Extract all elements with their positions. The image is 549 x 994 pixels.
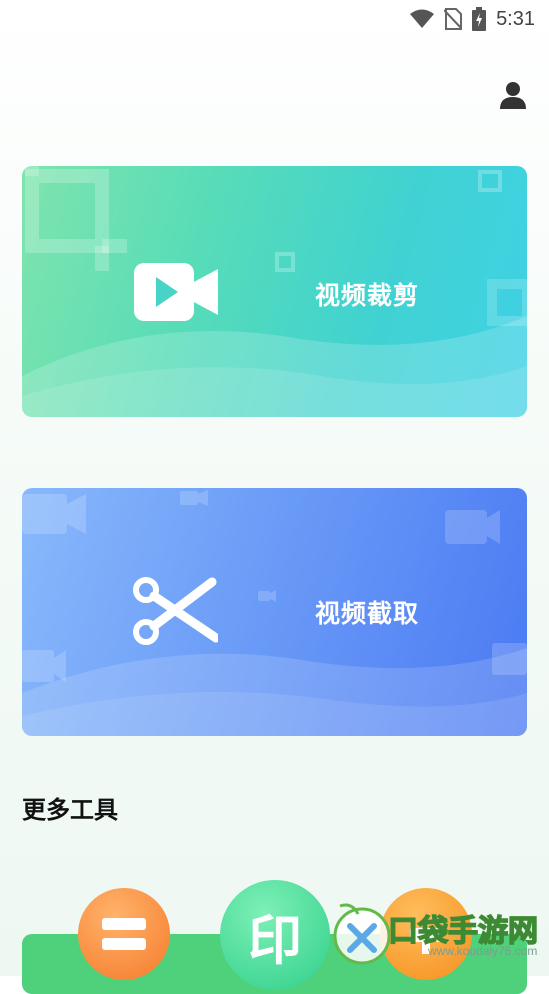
video-crop-label: 视频裁剪 [315,281,420,310]
crop-card-decoration [22,166,527,417]
watermark-url: www.koudaly75.com [428,944,538,958]
video-clip-card[interactable]: 视频截取 [22,488,527,736]
watermark-logo [333,903,390,965]
battery-charging-icon [472,7,487,31]
video-crop-card[interactable]: 视频裁剪 [22,166,527,417]
video-clip-label: 视频截取 [315,599,420,628]
status-bar: 5:31 [0,0,549,38]
more-tools-title: 更多工具 [22,796,118,824]
clip-card-decoration [22,490,527,736]
video-camera-icon [134,261,218,327]
profile-button[interactable] [496,80,530,114]
tool-2-glyph: 印 [248,908,302,972]
minus-bars-icon [78,888,170,980]
person-icon [499,80,527,114]
tool-button-1[interactable] [78,888,170,980]
no-sim-icon [444,8,463,30]
watermark: 口袋手游网 www.koudaly75.com [330,900,545,970]
tool-button-2[interactable]: 印 [220,880,330,990]
wifi-icon [410,9,435,29]
scissors-icon [132,576,221,650]
status-time: 5:31 [496,7,535,30]
